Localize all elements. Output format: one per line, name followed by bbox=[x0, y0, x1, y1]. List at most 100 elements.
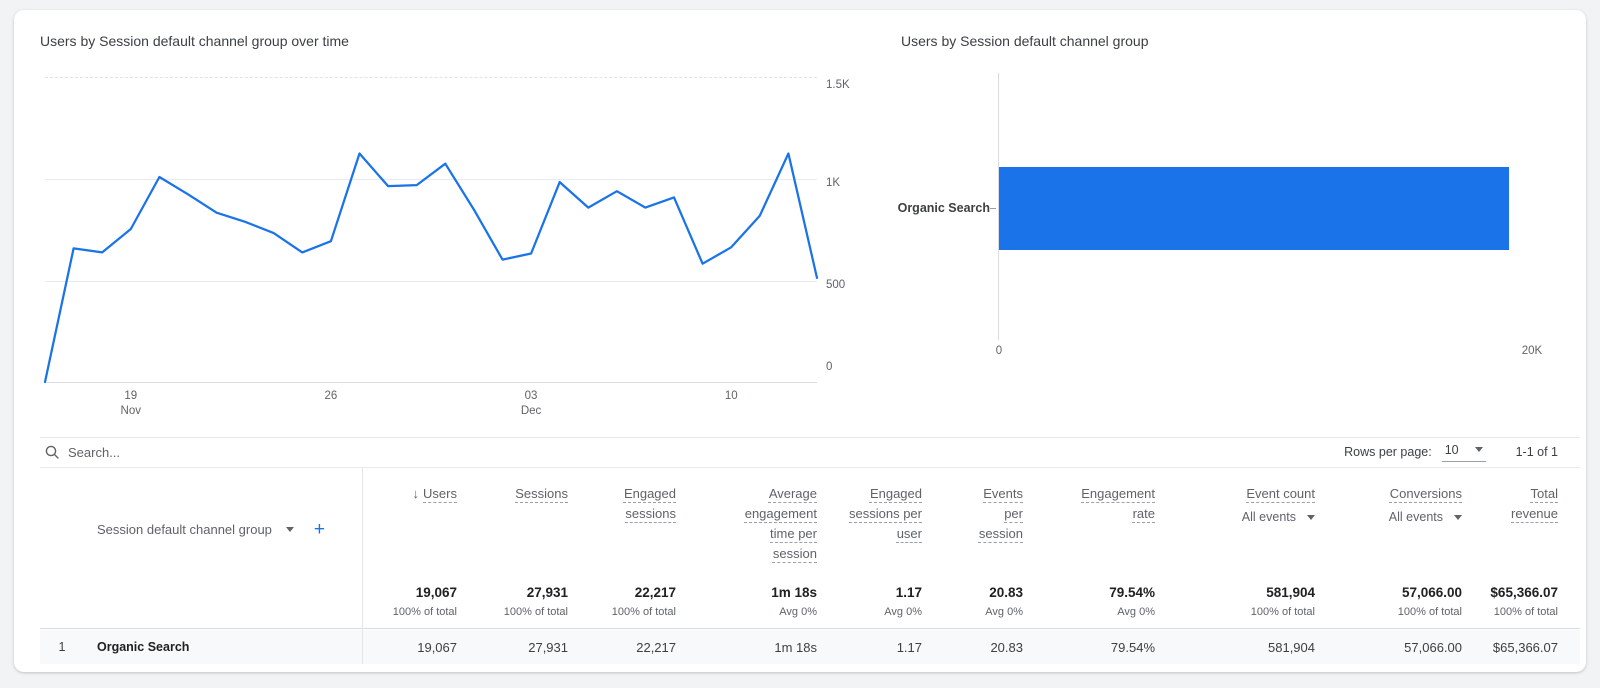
dimension-value: Organic Search bbox=[97, 640, 190, 654]
pagination-range-label: 1-1 of 1 bbox=[1515, 445, 1558, 459]
total-engaged-sessions-per-user: 1.17 Avg 0% bbox=[817, 575, 922, 628]
chevron-down-icon bbox=[1474, 447, 1483, 452]
y-axis-label: 0 bbox=[826, 361, 833, 373]
total-value: 20.83 bbox=[989, 585, 1023, 600]
organic-search-bar bbox=[999, 167, 1510, 250]
table-header-row: Session default channel group + ↓ Users Se… bbox=[40, 467, 1572, 575]
x-axis-tick: 03 Dec bbox=[520, 390, 542, 417]
rows-per-page-value: 10 bbox=[1444, 442, 1459, 457]
total-sessions: 27,931 100% of total bbox=[457, 575, 568, 628]
dimension-header[interactable]: Session default channel group + bbox=[84, 467, 362, 575]
total-value: 1.17 bbox=[895, 585, 922, 600]
bar-category-label: Organic Search bbox=[897, 201, 990, 215]
total-subtext: 100% of total bbox=[392, 606, 457, 618]
total-value: 19,067 bbox=[415, 585, 457, 600]
bar-axis-label-max: 20K bbox=[1521, 345, 1543, 357]
column-header-conversions[interactable]: Conversions All events bbox=[1315, 467, 1462, 575]
column-header-label: Users bbox=[423, 486, 457, 501]
bar-chart-title: Users by Session default channel group bbox=[901, 33, 1149, 49]
bar-axis-label-min: 0 bbox=[995, 345, 1003, 357]
chevron-down-icon[interactable] bbox=[285, 527, 294, 532]
line-chart-plot: 1.5K 1K 500 0 19 Nov 26 03 Dec 10 bbox=[43, 77, 850, 417]
total-value: $65,366.07 bbox=[1490, 585, 1558, 600]
column-header-label: Sessions bbox=[515, 486, 568, 501]
pagination-controls: Rows per page: 10 1-1 of 1 bbox=[1344, 437, 1558, 467]
metric-filter-select[interactable]: All events bbox=[1242, 507, 1315, 527]
total-subtext: 100% of total bbox=[611, 606, 676, 618]
sort-desc-icon: ↓ bbox=[412, 486, 420, 501]
row-number-header bbox=[40, 467, 84, 575]
column-header-label: Engaged sessions bbox=[623, 486, 676, 521]
x-axis-tick: 26 bbox=[324, 390, 338, 402]
total-subtext: Avg 0% bbox=[884, 606, 922, 618]
y-axis-label: 500 bbox=[826, 279, 846, 291]
metric-filter-value: All events bbox=[1388, 510, 1443, 524]
total-subtext: Avg 0% bbox=[1117, 606, 1155, 618]
x-axis-tick: 19 Nov bbox=[120, 390, 141, 417]
line-chart-section: Users by Session default channel group o… bbox=[14, 10, 894, 437]
y-axis-label: 1.5K bbox=[826, 79, 850, 91]
line-chart-title: Users by Session default channel group o… bbox=[40, 33, 349, 49]
rows-per-page-select[interactable]: 10 bbox=[1441, 442, 1486, 462]
total-subtext: Avg 0% bbox=[985, 606, 1023, 618]
metric-filter-value: All events bbox=[1241, 510, 1296, 524]
chevron-down-icon bbox=[1454, 514, 1462, 520]
row-number: 1 bbox=[58, 640, 66, 654]
column-header-label: Event count bbox=[1246, 486, 1315, 501]
total-value: 27,931 bbox=[526, 585, 568, 600]
bar-chart-section: Users by Session default channel group O… bbox=[894, 10, 1586, 437]
cell-average-engagement-time-per-session: 1m 18s bbox=[774, 639, 817, 655]
cell-engagement-rate: 79.54% bbox=[1110, 639, 1155, 655]
table-row[interactable]: 1 Organic Search 19,067 27,931 22,217 1m 18s 1… bbox=[40, 630, 1580, 664]
total-engaged-sessions: 22,217 100% of total bbox=[568, 575, 676, 628]
column-header-label: Engaged sessions per user bbox=[849, 486, 922, 541]
cell-sessions: 27,931 bbox=[528, 639, 568, 655]
cell-engaged-sessions: 22,217 bbox=[636, 639, 676, 655]
column-header-label: Average engagement time per session bbox=[744, 486, 817, 561]
column-header-events-per-session[interactable]: Events per session bbox=[922, 467, 1023, 575]
total-subtext: 100% of total bbox=[503, 606, 568, 618]
report-card: Users by Session default channel group o… bbox=[14, 10, 1586, 672]
total-subtext: Avg 0% bbox=[779, 606, 817, 618]
category-tick-mark bbox=[990, 208, 996, 209]
total-value: 22,217 bbox=[634, 585, 676, 600]
total-value: 581,904 bbox=[1266, 585, 1315, 600]
column-header-total-revenue[interactable]: Total revenue bbox=[1462, 467, 1558, 575]
users-trend-line bbox=[43, 152, 819, 384]
analytics-report-page: Users by Session default channel group o… bbox=[0, 0, 1600, 688]
column-header-label: Events per session bbox=[978, 486, 1023, 541]
column-divider bbox=[362, 467, 363, 664]
metric-filter-select[interactable]: All events bbox=[1389, 507, 1462, 527]
column-header-label: Engagement rate bbox=[1081, 486, 1155, 521]
add-dimension-icon[interactable]: + bbox=[314, 520, 325, 539]
chevron-down-icon bbox=[1307, 514, 1315, 520]
search-input[interactable] bbox=[68, 440, 488, 464]
column-header-sessions[interactable]: Sessions bbox=[457, 467, 568, 575]
column-header-engaged-sessions-per-user[interactable]: Engaged sessions per user bbox=[817, 467, 922, 575]
total-subtext: 100% of total bbox=[1493, 606, 1558, 618]
cell-total-revenue: $65,366.07 bbox=[1492, 639, 1558, 655]
total-conversions: 57,066.00 100% of total bbox=[1315, 575, 1462, 628]
column-header-engaged-sessions[interactable]: Engaged sessions bbox=[568, 467, 676, 575]
total-engagement-rate: 79.54% Avg 0% bbox=[1023, 575, 1155, 628]
column-header-engagement-rate[interactable]: Engagement rate bbox=[1023, 467, 1155, 575]
total-subtext: 100% of total bbox=[1250, 606, 1315, 618]
x-axis-tick: 10 bbox=[724, 390, 738, 402]
bar-chart-plot: 0 20K bbox=[990, 73, 1542, 357]
cell-event-count: 581,904 bbox=[1268, 639, 1315, 655]
cell-events-per-session: 20.83 bbox=[990, 639, 1023, 655]
table-toolbar: Rows per page: 10 1-1 of 1 bbox=[14, 437, 1586, 467]
rows-per-page-label: Rows per page: bbox=[1344, 445, 1432, 459]
column-header-average-engagement-time-per-session[interactable]: Average engagement time per session bbox=[676, 467, 817, 575]
total-value: 57,066.00 bbox=[1401, 585, 1462, 600]
total-event-count: 581,904 100% of total bbox=[1155, 575, 1315, 628]
column-header-label: Total revenue bbox=[1511, 486, 1558, 521]
dimension-header-label: Session default channel group bbox=[97, 522, 272, 537]
column-header-users[interactable]: ↓ Users bbox=[362, 467, 457, 575]
search-icon bbox=[45, 445, 59, 459]
column-header-event-count[interactable]: Event count All events bbox=[1155, 467, 1315, 575]
cell-engaged-sessions-per-user: 1.17 bbox=[896, 639, 922, 655]
totals-row: 19,067 100% of total 27,931 100% of total 22… bbox=[40, 575, 1572, 628]
total-average-engagement-time-per-session: 1m 18s Avg 0% bbox=[676, 575, 817, 628]
total-subtext: 100% of total bbox=[1397, 606, 1462, 618]
